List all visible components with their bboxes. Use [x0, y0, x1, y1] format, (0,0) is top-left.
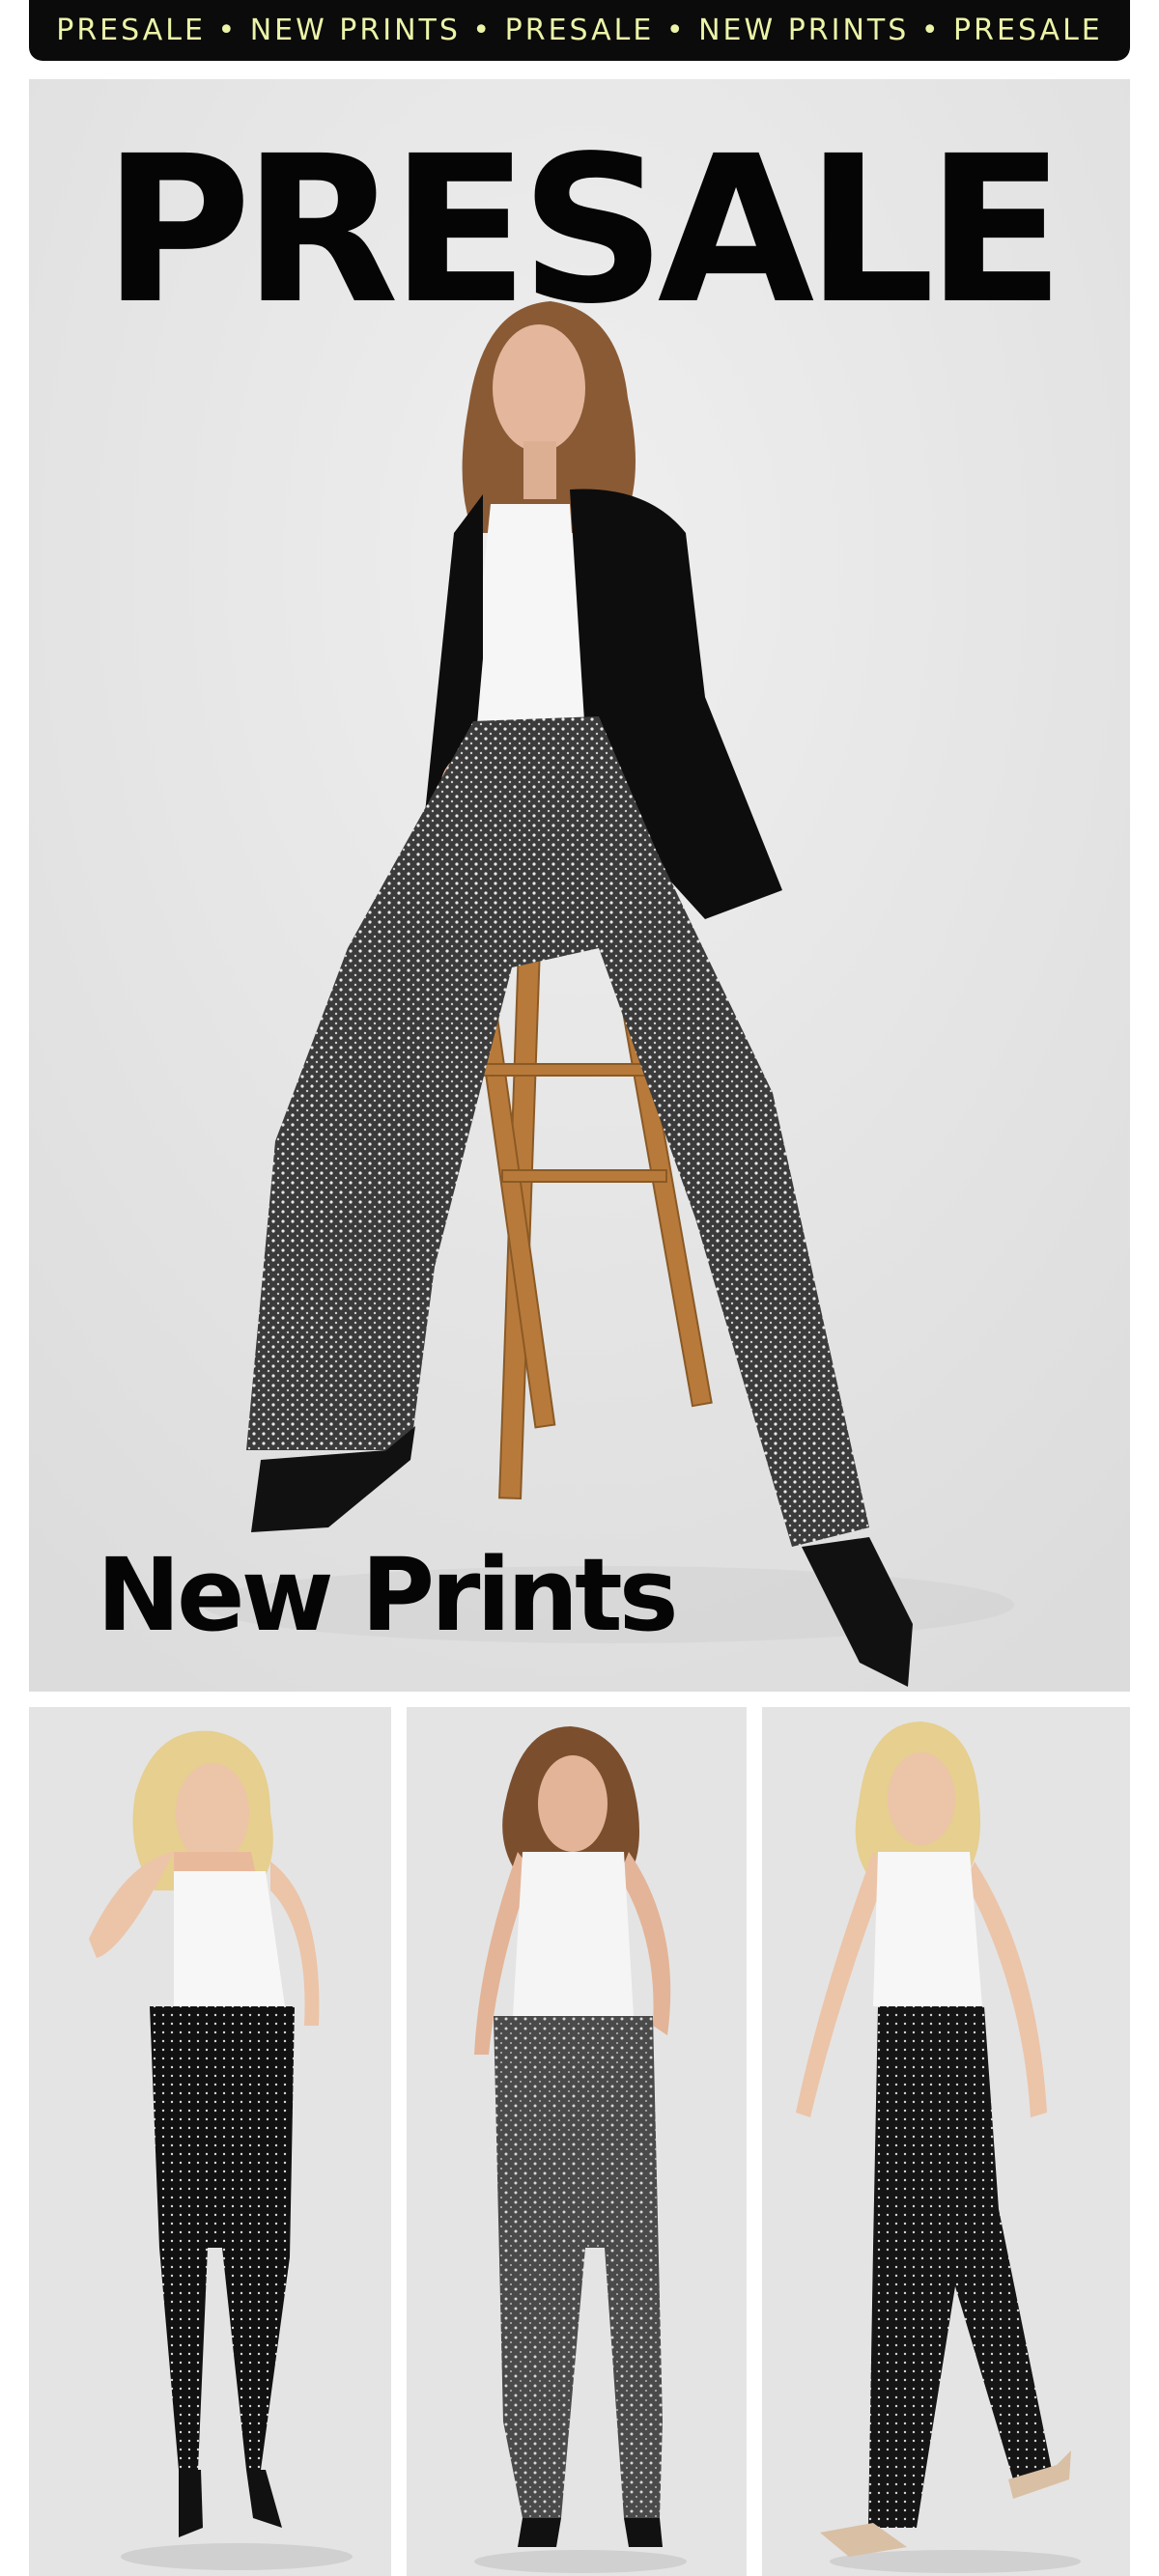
bootcut-dot-pants-model-photo	[407, 1707, 747, 2576]
hero-title: PRESALE	[102, 112, 1064, 349]
promo-banner-text: PRESALE • NEW PRINTS • PRESALE • NEW PRI…	[56, 14, 1103, 47]
promo-banner[interactable]: PRESALE • NEW PRINTS • PRESALE • NEW PRI…	[29, 0, 1130, 61]
straight-dot-pants-model-photo	[762, 1707, 1130, 2576]
product-tile-1[interactable]	[29, 1707, 391, 2576]
product-tile-2[interactable]	[407, 1707, 747, 2576]
hero-image[interactable]: PRESALE New Prints	[29, 79, 1130, 1692]
hero-subtitle: New Prints	[97, 1536, 679, 1654]
skinny-dot-pants-model-photo	[29, 1707, 391, 2576]
product-tile-3[interactable]	[762, 1707, 1130, 2576]
